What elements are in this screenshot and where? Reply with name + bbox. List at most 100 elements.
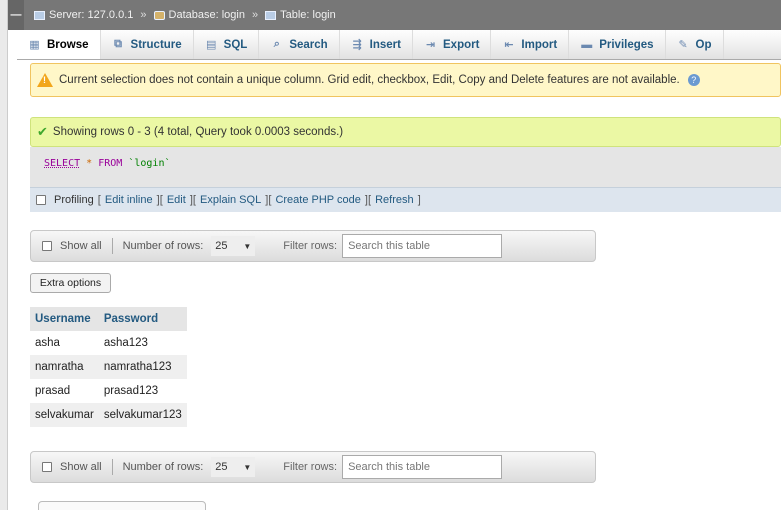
rows-value: 25: [215, 461, 228, 473]
bracket: ]: [414, 194, 421, 206]
tab-label: Browse: [47, 38, 89, 51]
tab-bar: ▦ Browse ⧉ Structure ▤ SQL ⌕ Search ⇶ Insert ⇥ Expo…: [17, 30, 781, 60]
success-message: ✔ Showing rows 0 - 3 (4 total, Query too…: [30, 117, 781, 147]
tab-label: Insert: [369, 38, 401, 51]
navigation-panel-edge[interactable]: [0, 0, 8, 510]
breadcrumb-separator: »: [140, 9, 147, 21]
profiling-link-edit[interactable]: Edit: [167, 194, 186, 206]
divider: [111, 459, 113, 475]
insert-icon: ⇶: [352, 39, 362, 51]
bracket: [: [159, 194, 166, 206]
structure-icon: ⧉: [114, 38, 122, 50]
profiling-link-explain-sql[interactable]: Explain SQL: [200, 194, 261, 206]
breadcrumb-server[interactable]: Server: 127.0.0.1: [49, 9, 133, 21]
chevron-down-icon: ▼: [243, 462, 252, 472]
tab-label: Search: [289, 38, 328, 51]
import-icon: ⇤: [504, 39, 514, 51]
tab-op[interactable]: ✎ Op: [666, 30, 724, 59]
bracket: [: [192, 194, 200, 206]
database-icon: [153, 10, 165, 20]
tab-insert[interactable]: ⇶ Insert: [340, 30, 413, 59]
profiling-links: [ Edit inline ][ Edit ][ Explain SQL ][ …: [98, 194, 421, 206]
show-all-label: Show all: [60, 461, 102, 473]
privileges-icon: ▬: [581, 38, 593, 51]
table-icon: [265, 10, 277, 20]
table-row: asha asha123: [30, 331, 187, 355]
warning-text: Current selection does not contain a uni…: [59, 74, 680, 86]
tab-privileges[interactable]: ▬ Privileges: [569, 30, 666, 59]
profiling-checkbox[interactable]: [36, 195, 46, 205]
filter-label: Filter rows:: [283, 461, 338, 473]
browse-icon: ▦: [29, 39, 40, 51]
table-header-row: Username Password: [30, 307, 187, 331]
table-cell-password: selvakumar123: [98, 403, 187, 427]
phpmyadmin-page: — Server: 127.0.0.1 » Database: login » …: [0, 0, 781, 510]
table-navigation-bottom: Show all Number of rows: 25 ▼ Filter rows…: [30, 451, 596, 483]
table-cell-username: prasad: [30, 379, 99, 403]
filter-rows-input[interactable]: Search this table: [342, 234, 503, 258]
collapse-button[interactable]: —: [8, 0, 24, 30]
search-icon: ⌕: [273, 38, 280, 50]
breadcrumb-separator: »: [251, 9, 259, 21]
breadcrumb: Server: 127.0.0.1 » Database: login » Ta…: [34, 9, 336, 21]
table-cell-password: namratha123: [98, 355, 187, 379]
table-cell-password: asha123: [98, 331, 187, 355]
show-all-checkbox[interactable]: [42, 241, 52, 251]
table-cell-password: prasad123: [98, 379, 187, 403]
rows-label: Number of rows:: [122, 461, 204, 473]
breadcrumb-table[interactable]: Table: login: [280, 9, 336, 21]
tab-structure[interactable]: ⧉ Structure: [101, 30, 194, 59]
profiling-bar: Profiling [ Edit inline ][ Edit ][ Expla…: [30, 187, 781, 212]
show-all-checkbox[interactable]: [42, 462, 52, 472]
export-icon: ⇥: [425, 39, 436, 51]
server-icon: [34, 10, 45, 20]
tab-label: Export: [443, 38, 480, 51]
tab-label: Privileges: [599, 38, 654, 51]
sql-query-box[interactable]: SELECT * FROM `login`: [30, 147, 781, 187]
extra-options-button[interactable]: Extra options: [30, 273, 111, 293]
help-icon[interactable]: ?: [687, 74, 700, 86]
sql-star: *: [86, 158, 93, 169]
breadcrumb-database[interactable]: Database: login: [169, 9, 245, 21]
tab-label: SQL: [223, 38, 248, 51]
sql-icon: ▤: [205, 39, 217, 51]
filter-rows-input[interactable]: Search this table: [342, 455, 503, 479]
rows-value: 25: [215, 240, 228, 252]
warning-icon: [37, 73, 53, 87]
profiling-link-edit-inline[interactable]: Edit inline: [105, 194, 153, 206]
sql-keyword-from: FROM: [98, 158, 123, 169]
results-table: Username Password asha asha123 namratha namr…: [30, 307, 187, 427]
table-cell-username: selvakumar: [30, 403, 99, 427]
sql-keyword-select: SELECT: [44, 158, 81, 169]
profiling-label: Profiling: [54, 194, 94, 206]
rows-select[interactable]: 25 ▼: [211, 457, 256, 477]
table-row: selvakumar selvakumar123: [30, 403, 187, 427]
tab-label: Structure: [130, 38, 182, 51]
rows-select[interactable]: 25 ▼: [211, 236, 256, 256]
sql-table-name: `login`: [128, 158, 171, 169]
rows-label: Number of rows:: [122, 240, 204, 252]
divider: [111, 238, 113, 254]
tab-search[interactable]: ⌕ Search: [259, 30, 340, 59]
filter-label: Filter rows:: [283, 240, 338, 252]
column-header-password[interactable]: Password: [98, 307, 187, 331]
table-cell-username: asha: [30, 331, 99, 355]
chevron-down-icon: ▼: [243, 241, 252, 251]
tab-browse[interactable]: ▦ Browse: [17, 30, 101, 59]
tab-export[interactable]: ⇥ Export: [413, 30, 492, 59]
table-row: namratha namratha123: [30, 355, 187, 379]
breadcrumb-bar: — Server: 127.0.0.1 » Database: login » …: [8, 0, 781, 30]
table-navigation-top: Show all Number of rows: 25 ▼ Filter rows…: [30, 230, 596, 262]
query-results-operations-box[interactable]: [38, 501, 206, 510]
bracket: [: [268, 194, 275, 206]
show-all-label: Show all: [60, 240, 102, 252]
tab-label: Import: [521, 38, 558, 51]
tab-import[interactable]: ⇤ Import: [491, 30, 570, 59]
profiling-link-create-php-code[interactable]: Create PHP code: [275, 194, 360, 206]
check-icon: ✔: [37, 124, 48, 139]
column-header-username[interactable]: Username: [30, 307, 99, 331]
operations-icon: ✎: [678, 39, 688, 51]
profiling-link-refresh[interactable]: Refresh: [375, 194, 414, 206]
table-row: prasad prasad123: [30, 379, 187, 403]
tab-sql[interactable]: ▤ SQL: [194, 30, 260, 59]
